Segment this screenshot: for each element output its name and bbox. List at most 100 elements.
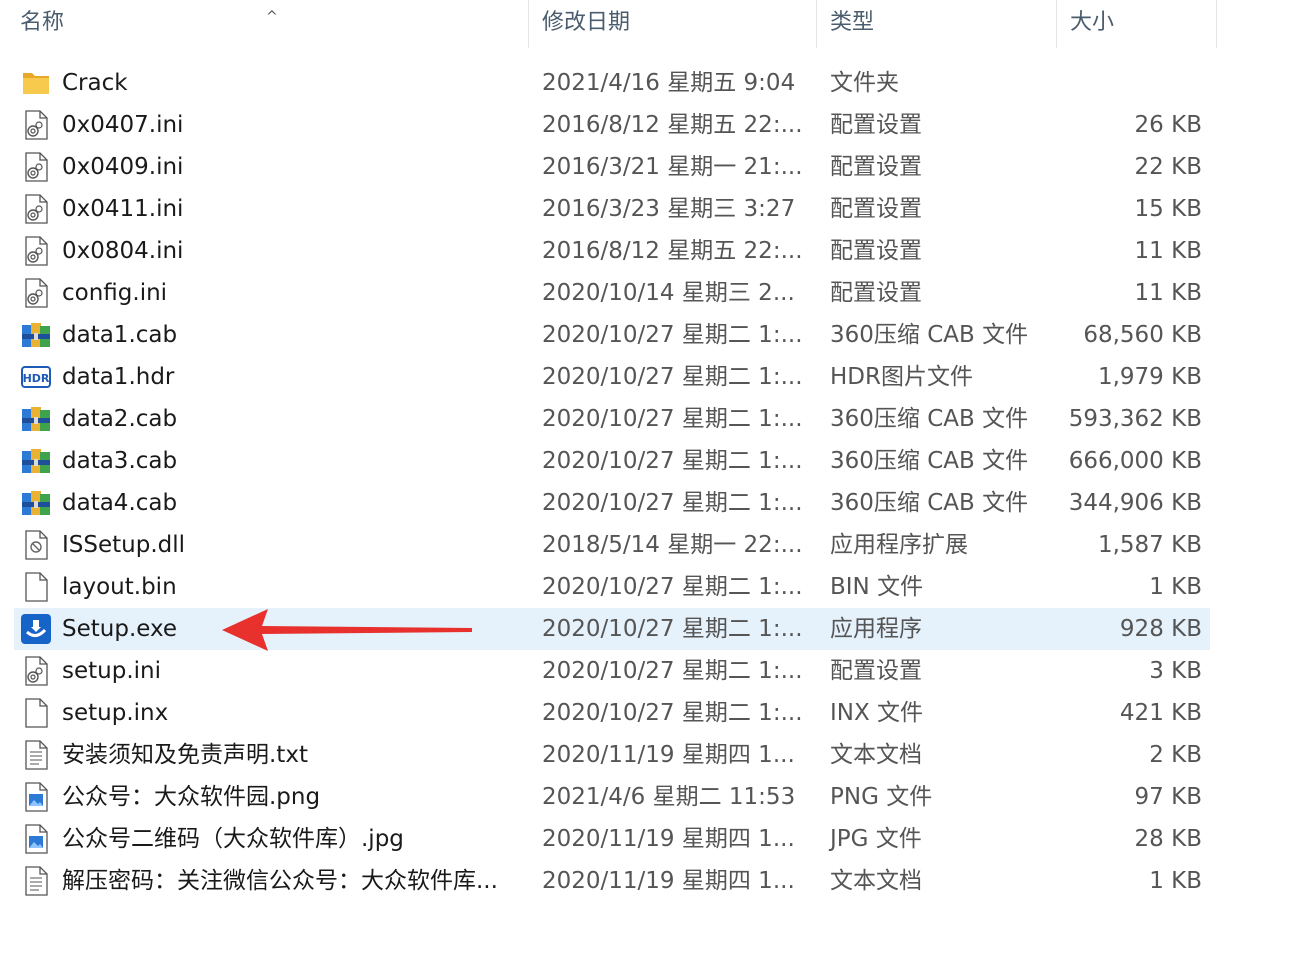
file-name: 0x0804.ini: [62, 238, 184, 264]
file-date: 2016/8/12 星期五 22:...: [542, 112, 803, 138]
file-date: 2016/3/21 星期一 21:...: [542, 154, 803, 180]
file-date: 2020/10/27 星期二 1:...: [542, 364, 803, 390]
file-row[interactable]: setup.inx 2020/10/27 星期二 1:... INX 文件 421 K…: [0, 692, 1298, 734]
file-date: 2020/10/27 星期二 1:...: [542, 322, 803, 348]
image-file-icon: [20, 781, 52, 813]
file-size: 28 KB: [1134, 826, 1202, 852]
file-row[interactable]: data3.cab 2020/10/27 星期二 1:... 360压缩 CAB 文…: [0, 440, 1298, 482]
file-row[interactable]: 公众号：大众软件园.png 2021/4/6 星期二 11:53 PNG 文件 97 …: [0, 776, 1298, 818]
file-size: 1,979 KB: [1097, 364, 1202, 390]
ini-config-icon: [20, 655, 52, 687]
file-type: 360压缩 CAB 文件: [830, 322, 1029, 348]
file-type: 配置设置: [830, 280, 922, 306]
file-row[interactable]: 0x0407.ini 2016/8/12 星期五 22:... 配置设置 26 KB: [0, 104, 1298, 146]
file-type: BIN 文件: [830, 574, 924, 600]
file-type: 文本文档: [830, 868, 922, 894]
file-row[interactable]: data2.cab 2020/10/27 星期二 1:... 360压缩 CAB 文…: [0, 398, 1298, 440]
file-name: Crack: [62, 70, 128, 96]
file-row[interactable]: config.ini 2020/10/14 星期三 2... 配置设置 11 KB: [0, 272, 1298, 314]
file-date: 2020/10/27 星期二 1:...: [542, 406, 803, 432]
file-size: 3 KB: [1149, 658, 1202, 684]
file-type: INX 文件: [830, 700, 924, 726]
column-header-type[interactable]: 类型: [816, 0, 1056, 48]
file-type: 360压缩 CAB 文件: [830, 490, 1029, 516]
red-arrow-annotation: [222, 609, 472, 651]
file-type: 配置设置: [830, 658, 922, 684]
file-size: 15 KB: [1134, 196, 1202, 222]
file-row[interactable]: 解压密码：关注微信公众号：大众软件库... 2020/11/19 星期四 1...…: [0, 860, 1298, 902]
file-type: 文本文档: [830, 742, 922, 768]
file-size: 1 KB: [1149, 868, 1202, 894]
column-header-size[interactable]: 大小: [1056, 0, 1216, 48]
dll-icon: [20, 529, 52, 561]
file-size: 97 KB: [1134, 784, 1202, 810]
file-type: 360压缩 CAB 文件: [830, 406, 1029, 432]
file-row[interactable]: HDR data1.hdr 2020/10/27 星期二 1:... HDR图片文件 1…: [0, 356, 1298, 398]
ini-config-icon: [20, 235, 52, 267]
image-file-icon: [20, 823, 52, 855]
file-row[interactable]: Crack 2021/4/16 星期五 9:04 文件夹: [0, 62, 1298, 104]
column-divider[interactable]: [1216, 0, 1217, 48]
ini-config-icon: [20, 151, 52, 183]
file-size: 593,362 KB: [1068, 406, 1202, 432]
file-name: 0x0409.ini: [62, 154, 184, 180]
file-size: 68,560 KB: [1083, 322, 1202, 348]
file-date: 2020/10/27 星期二 1:...: [542, 700, 803, 726]
file-name: 解压密码：关注微信公众号：大众软件库...: [62, 868, 498, 894]
file-size: 26 KB: [1134, 112, 1202, 138]
file-date: 2020/10/27 星期二 1:...: [542, 490, 803, 516]
file-size: 1,587 KB: [1097, 532, 1202, 558]
file-date: 2020/11/19 星期四 1...: [542, 742, 795, 768]
file-name: data4.cab: [62, 490, 178, 516]
file-date: 2016/8/12 星期五 22:...: [542, 238, 803, 264]
file-date: 2020/10/27 星期二 1:...: [542, 616, 803, 642]
text-file-icon: [20, 739, 52, 771]
file-row[interactable]: setup.ini 2020/10/27 星期二 1:... 配置设置 3 KB: [0, 650, 1298, 692]
file-name: 安装须知及免责声明.txt: [62, 742, 308, 768]
file-row[interactable]: 0x0409.ini 2016/3/21 星期一 21:... 配置设置 22 KB: [0, 146, 1298, 188]
file-row[interactable]: 安装须知及免责声明.txt 2020/11/19 星期四 1... 文本文档 2 KB: [0, 734, 1298, 776]
file-date: 2018/5/14 星期一 22:...: [542, 532, 803, 558]
file-date: 2016/3/23 星期三 3:27: [542, 196, 796, 222]
file-date: 2020/10/27 星期二 1:...: [542, 574, 803, 600]
file-size: 666,000 KB: [1068, 448, 1202, 474]
file-row[interactable]: 0x0411.ini 2016/3/23 星期三 3:27 配置设置 15 KB: [0, 188, 1298, 230]
file-row[interactable]: 公众号二维码（大众软件库）.jpg 2020/11/19 星期四 1... JPG …: [0, 818, 1298, 860]
column-header-bar: 名称 ^ 修改日期 类型 大小: [0, 0, 1298, 48]
file-size: 22 KB: [1134, 154, 1202, 180]
file-type: 应用程序扩展: [830, 532, 968, 558]
folder-icon: [20, 67, 52, 99]
file-type: 配置设置: [830, 154, 922, 180]
file-row[interactable]: ISSetup.dll 2018/5/14 星期一 22:... 应用程序扩展 1,5…: [0, 524, 1298, 566]
file-date: 2020/10/27 星期二 1:...: [542, 658, 803, 684]
svg-text:HDR: HDR: [23, 372, 50, 385]
file-name: setup.inx: [62, 700, 169, 726]
column-header-name-label: 名称: [20, 10, 65, 35]
file-type: 配置设置: [830, 196, 922, 222]
column-header-date[interactable]: 修改日期: [528, 0, 816, 48]
file-row[interactable]: Setup.exe 2020/10/27 星期二 1:... 应用程序 928 KB: [0, 608, 1298, 650]
file-row[interactable]: layout.bin 2020/10/27 星期二 1:... BIN 文件 1 KB: [0, 566, 1298, 608]
file-name: layout.bin: [62, 574, 177, 600]
file-name: Setup.exe: [62, 616, 178, 642]
file-name: 公众号：大众软件园.png: [62, 784, 321, 810]
blank-file-icon: [20, 697, 52, 729]
column-header-name[interactable]: 名称 ^: [6, 0, 528, 48]
file-type: 360压缩 CAB 文件: [830, 448, 1029, 474]
ini-config-icon: [20, 277, 52, 309]
file-type: PNG 文件: [830, 784, 933, 810]
file-type: 配置设置: [830, 238, 922, 264]
column-header-size-label: 大小: [1070, 10, 1115, 35]
file-size: 2 KB: [1149, 742, 1202, 768]
file-type: HDR图片文件: [830, 364, 973, 390]
file-row[interactable]: data1.cab 2020/10/27 星期二 1:... 360压缩 CAB 文…: [0, 314, 1298, 356]
file-row[interactable]: data4.cab 2020/10/27 星期二 1:... 360压缩 CAB 文…: [0, 482, 1298, 524]
text-file-icon: [20, 865, 52, 897]
file-row[interactable]: 0x0804.ini 2016/8/12 星期五 22:... 配置设置 11 KB: [0, 230, 1298, 272]
archive-icon: [20, 487, 52, 519]
file-name: ISSetup.dll: [62, 532, 186, 558]
file-name: 公众号二维码（大众软件库）.jpg: [62, 826, 404, 852]
file-name: setup.ini: [62, 658, 161, 684]
file-name: config.ini: [62, 280, 168, 306]
file-name: data3.cab: [62, 448, 178, 474]
